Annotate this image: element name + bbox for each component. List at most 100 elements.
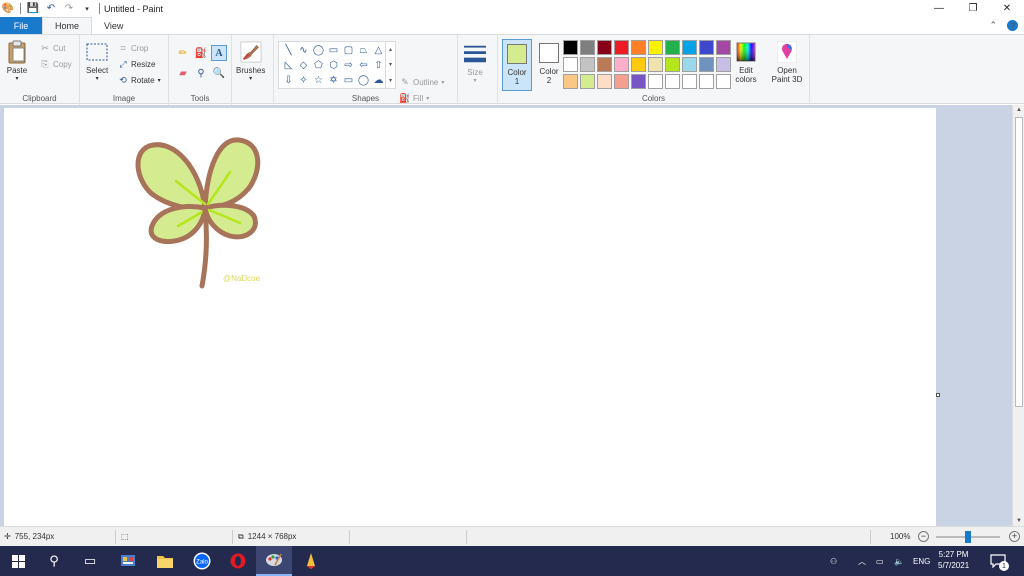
zalo-icon[interactable]: Zalo xyxy=(184,546,220,576)
drawing-canvas[interactable]: @NaDcoe xyxy=(4,108,936,526)
opera-icon[interactable] xyxy=(220,546,256,576)
callout-oval-shape-icon[interactable]: ◯ xyxy=(356,73,371,88)
rounded-rectangle-shape-icon[interactable]: ▢ xyxy=(341,43,356,58)
collapse-ribbon-icon[interactable]: ⌃ xyxy=(989,20,997,31)
file-explorer-icon[interactable] xyxy=(147,546,183,576)
palette-color-19[interactable] xyxy=(716,57,731,72)
diamond-shape-icon[interactable]: ◇ xyxy=(296,58,311,73)
crop-button[interactable]: ⌗ Crop xyxy=(118,41,148,55)
canvas-resize-handle[interactable] xyxy=(936,393,940,397)
hexagon-shape-icon[interactable]: ⬡ xyxy=(326,58,341,73)
palette-color-1[interactable] xyxy=(580,40,595,55)
polygon-shape-icon[interactable]: ⏢ xyxy=(356,43,371,58)
palette-color-15[interactable] xyxy=(648,57,663,72)
people-icon[interactable]: ⚇ xyxy=(830,546,837,576)
scroll-down-icon[interactable]: ▼ xyxy=(1013,516,1024,526)
rotate-button[interactable]: ⟲ Rotate ▾ xyxy=(118,73,160,87)
help-icon[interactable]: ? xyxy=(1007,20,1018,31)
pencil-icon[interactable]: ✏ xyxy=(175,45,191,61)
zoom-in-button[interactable]: + xyxy=(1009,531,1020,542)
callout-cloud-shape-icon[interactable]: ☁ xyxy=(371,73,386,88)
pencil-app-icon[interactable] xyxy=(293,546,329,576)
show-hidden-icons-icon[interactable]: ︿ xyxy=(858,546,866,576)
open-paint3d-button[interactable]: Open Paint 3D xyxy=(769,40,805,84)
chevron-up-icon[interactable]: ▴ xyxy=(389,46,392,53)
palette-color-9[interactable] xyxy=(716,40,731,55)
restore-button[interactable]: ❐ xyxy=(956,0,990,17)
curve-shape-icon[interactable]: ∿ xyxy=(296,43,311,58)
palette-color-29[interactable] xyxy=(716,74,731,89)
paste-button[interactable]: Paste ▾ xyxy=(6,40,28,82)
eraser-icon[interactable]: ▰ xyxy=(175,65,191,81)
pentagon-shape-icon[interactable]: ⬠ xyxy=(311,58,326,73)
scrollbar-thumb[interactable] xyxy=(1015,117,1023,407)
palette-color-24[interactable] xyxy=(631,74,646,89)
text-tool-icon[interactable]: A xyxy=(211,45,227,61)
vertical-scrollbar[interactable]: ▲ ▼ xyxy=(1012,105,1024,526)
customize-quick-access-icon[interactable]: ▾ xyxy=(81,3,93,15)
fill-bucket-icon[interactable]: ⛽ xyxy=(193,45,209,61)
cut-button[interactable]: ✂ Cut xyxy=(40,41,65,55)
close-button[interactable]: ✕ xyxy=(990,0,1024,17)
zoom-slider-thumb[interactable] xyxy=(965,531,971,543)
network-icon[interactable]: ▭ xyxy=(876,546,884,576)
right-triangle-shape-icon[interactable]: ◺ xyxy=(281,58,296,73)
edit-colors-button[interactable]: Edit colors xyxy=(732,40,760,84)
palette-color-7[interactable] xyxy=(682,40,697,55)
up-arrow-shape-icon[interactable]: ⇧ xyxy=(371,58,386,73)
shapes-scroll[interactable]: ▴ ▾ ▾ xyxy=(386,41,396,89)
rectangle-shape-icon[interactable]: ▭ xyxy=(326,43,341,58)
paint-taskbar-icon[interactable] xyxy=(256,546,292,576)
palette-color-22[interactable] xyxy=(597,74,612,89)
palette-color-14[interactable] xyxy=(631,57,646,72)
right-arrow-shape-icon[interactable]: ⇨ xyxy=(341,58,356,73)
palette-color-0[interactable] xyxy=(563,40,578,55)
palette-color-17[interactable] xyxy=(682,57,697,72)
clock[interactable]: 5:27 PM 5/7/2021 xyxy=(938,549,969,571)
select-button[interactable]: Select ▾ xyxy=(86,40,108,82)
control-panel-icon[interactable] xyxy=(110,546,146,576)
palette-color-2[interactable] xyxy=(597,40,612,55)
tab-file[interactable]: File xyxy=(0,17,42,34)
five-point-star-shape-icon[interactable]: ☆ xyxy=(311,73,326,88)
windows-start-icon[interactable] xyxy=(0,546,36,576)
chevron-down-icon[interactable]: ▾ xyxy=(389,61,392,68)
scroll-up-icon[interactable]: ▲ xyxy=(1013,105,1024,115)
palette-color-10[interactable] xyxy=(563,57,578,72)
color-picker-icon[interactable]: ⚲ xyxy=(193,65,209,81)
palette-color-25[interactable] xyxy=(648,74,663,89)
notification-center[interactable]: 1 xyxy=(990,546,1009,576)
task-view-icon[interactable]: ▭ xyxy=(72,546,108,576)
triangle-shape-icon[interactable]: △ xyxy=(371,43,386,58)
paint-app-icon[interactable]: 🎨 xyxy=(2,3,14,15)
save-icon[interactable]: 💾 xyxy=(27,3,39,15)
palette-color-18[interactable] xyxy=(699,57,714,72)
palette-color-6[interactable] xyxy=(665,40,680,55)
magnifier-icon[interactable]: 🔍 xyxy=(211,65,227,81)
four-point-star-shape-icon[interactable]: ✧ xyxy=(296,73,311,88)
palette-color-4[interactable] xyxy=(631,40,646,55)
palette-color-12[interactable] xyxy=(597,57,612,72)
brushes-button[interactable]: Brushes ▾ xyxy=(236,40,265,82)
color1-button[interactable]: Color 1 xyxy=(502,39,532,91)
palette-color-28[interactable] xyxy=(699,74,714,89)
palette-color-26[interactable] xyxy=(665,74,680,89)
palette-color-16[interactable] xyxy=(665,57,680,72)
fill-button[interactable]: ⛽ Fill ▾ xyxy=(399,91,429,105)
callout-rect-shape-icon[interactable]: ▭ xyxy=(341,73,356,88)
palette-color-8[interactable] xyxy=(699,40,714,55)
tab-view[interactable]: View xyxy=(92,17,135,34)
oval-shape-icon[interactable]: ◯ xyxy=(311,43,326,58)
language-indicator[interactable]: ENG xyxy=(913,546,930,576)
palette-color-27[interactable] xyxy=(682,74,697,89)
palette-color-21[interactable] xyxy=(580,74,595,89)
size-button[interactable]: Size ▾ xyxy=(464,42,486,84)
palette-color-20[interactable] xyxy=(563,74,578,89)
palette-color-3[interactable] xyxy=(614,40,629,55)
left-arrow-shape-icon[interactable]: ⇦ xyxy=(356,58,371,73)
down-arrow-shape-icon[interactable]: ⇩ xyxy=(281,73,296,88)
expand-icon[interactable]: ▾ xyxy=(389,77,392,84)
undo-icon[interactable]: ↶ xyxy=(45,3,57,15)
palette-color-23[interactable] xyxy=(614,74,629,89)
palette-color-11[interactable] xyxy=(580,57,595,72)
